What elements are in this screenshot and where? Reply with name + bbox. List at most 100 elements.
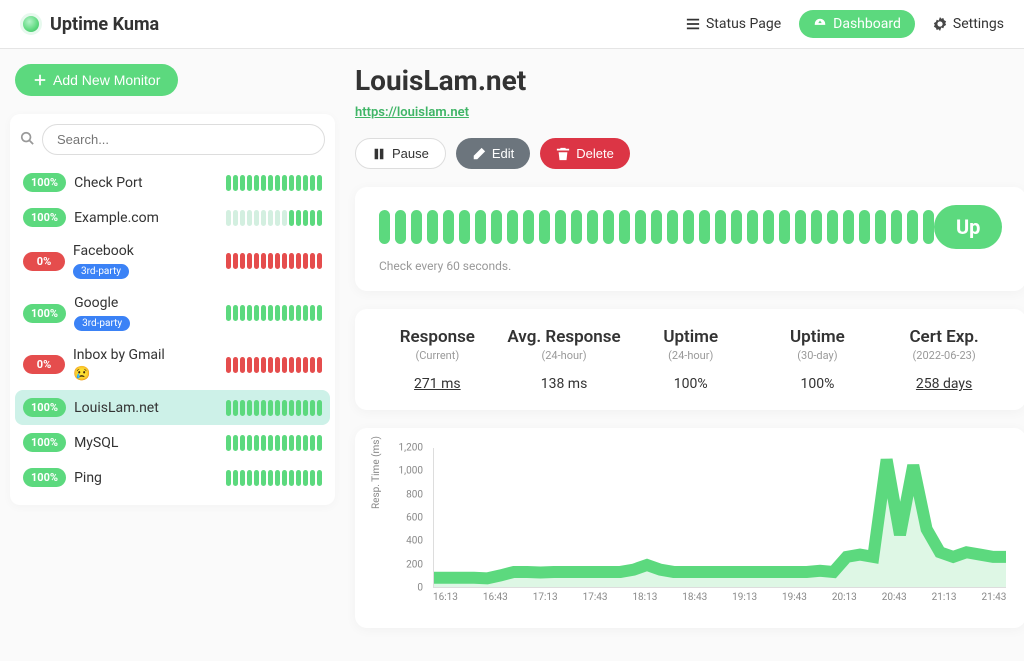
stat-value[interactable]: 258 days [886,376,1003,392]
heartbeat-mini [226,210,322,226]
heartbeat-mini [226,470,322,486]
monitor-item[interactable]: 0% Inbox by Gmail 😢 [15,339,330,390]
chart-y-tick: 0 [417,583,423,594]
nav-settings[interactable]: Settings [933,16,1004,32]
monitor-tag: 3rd-party [73,264,129,279]
stat: Uptime (30-day) 100% [759,327,876,392]
uptime-badge: 100% [23,398,66,417]
gear-icon [933,17,947,31]
monitor-item[interactable]: 0% Facebook 3rd-party [15,235,330,287]
chart-x-tick: 17:13 [533,592,558,603]
page-title: LouisLam.net [355,64,1024,97]
stat-subtitle: (2022-06-23) [886,349,1003,362]
monitor-emoji: 😢 [73,366,90,382]
brand[interactable]: Uptime Kuma [20,13,159,35]
response-time-chart: Resp. Time (ms) 02004006008001,0001,200 … [355,428,1024,628]
stat-value: 100% [759,376,876,392]
brand-name: Uptime Kuma [50,14,159,35]
monitor-name: Inbox by Gmail [73,347,218,363]
monitor-name: Example.com [74,210,218,226]
stat-value: 100% [632,376,749,392]
stat-value: 138 ms [506,376,623,392]
pause-icon [372,147,386,161]
chart-x-tick: 20:13 [832,592,857,603]
uptime-badge: 100% [23,304,66,323]
monitor-name: MySQL [74,435,218,451]
stat: Cert Exp. (2022-06-23) 258 days [886,327,1003,392]
chart-x-tick: 16:13 [433,592,458,603]
stat-subtitle: (24-hour) [506,349,623,362]
edit-icon [472,147,486,161]
chart-x-tick: 19:13 [732,592,757,603]
chart-x-tick: 17:43 [583,592,608,603]
heartbeat-mini [226,357,322,373]
heartbeat-mini [226,175,322,191]
search-input[interactable] [42,124,325,155]
monitor-item[interactable]: 100% MySQL [15,425,330,460]
stat-subtitle: (30-day) [759,349,876,362]
heartbeat-mini [226,305,322,321]
stat: Uptime (24-hour) 100% [632,327,749,392]
chart-x-tick: 16:43 [483,592,508,603]
plus-icon [33,73,47,87]
trash-icon [556,147,570,161]
stat-subtitle: (24-hour) [632,349,749,362]
check-interval-note: Check every 60 seconds. [379,259,1002,273]
nav-status-page[interactable]: Status Page [686,16,781,32]
chart-y-tick: 400 [406,536,423,547]
stat-value[interactable]: 271 ms [379,376,496,392]
monitor-url-link[interactable]: https://louislam.net [355,105,469,120]
monitor-list: 100% Check Port 100% Example.com 0% Facebook 3… [10,114,335,505]
stat-title: Cert Exp. [886,327,1003,347]
stat-title: Avg. Response [506,327,623,347]
monitor-name: Check Port [74,175,218,191]
monitor-item[interactable]: 100% Check Port [15,165,330,200]
pause-button[interactable]: Pause [355,138,446,169]
stat-title: Response [379,327,496,347]
chart-x-tick: 18:13 [632,592,657,603]
chart-y-label: Resp. Time (ms) [371,436,382,509]
uptime-badge: 100% [23,208,66,227]
gauge-icon [813,17,827,31]
uptime-badge: 0% [23,252,65,271]
add-monitor-button[interactable]: Add New Monitor [15,64,178,96]
chart-x-tick: 20:43 [882,592,907,603]
uptime-badge: 100% [23,468,66,487]
edit-button[interactable]: Edit [456,138,530,169]
chart-y-tick: 200 [406,559,423,570]
heartbeat-mini [226,435,322,451]
uptime-badge: 100% [23,433,66,452]
stat-title: Uptime [632,327,749,347]
stat: Avg. Response (24-hour) 138 ms [506,327,623,392]
heartbeat-mini [226,400,322,416]
monitor-name: Facebook [73,243,218,259]
monitor-tag: 3rd-party [74,316,130,331]
uptime-badge: 0% [23,355,65,374]
chart-y-tick: 1,000 [399,466,423,477]
nav-dashboard[interactable]: Dashboard [799,10,915,38]
monitor-name: Ping [74,470,218,486]
uptime-badge: 100% [23,173,66,192]
monitor-name: Google [74,295,218,311]
heartbeat-mini [226,253,322,269]
stat-title: Uptime [759,327,876,347]
chart-x-tick: 21:43 [981,592,1006,603]
chart-x-tick: 19:43 [782,592,807,603]
delete-button[interactable]: Delete [540,138,630,169]
logo-icon [20,13,42,35]
monitor-name: LouisLam.net [74,400,218,416]
chart-x-tick: 18:43 [682,592,707,603]
monitor-item[interactable]: 100% Ping [15,460,330,495]
stat-subtitle: (Current) [379,349,496,362]
chart-y-tick: 1,200 [399,443,423,454]
chart-x-tick: 21:13 [932,592,957,603]
search-icon [20,130,34,149]
stat: Response (Current) 271 ms [379,327,496,392]
heartbeat-bar [379,210,934,244]
monitor-item[interactable]: 100% Example.com [15,200,330,235]
monitor-item[interactable]: 100% Google 3rd-party [15,287,330,339]
list-icon [686,17,700,31]
monitor-item[interactable]: 100% LouisLam.net [15,390,330,425]
status-badge: Up [934,205,1002,249]
chart-y-tick: 600 [406,513,423,524]
